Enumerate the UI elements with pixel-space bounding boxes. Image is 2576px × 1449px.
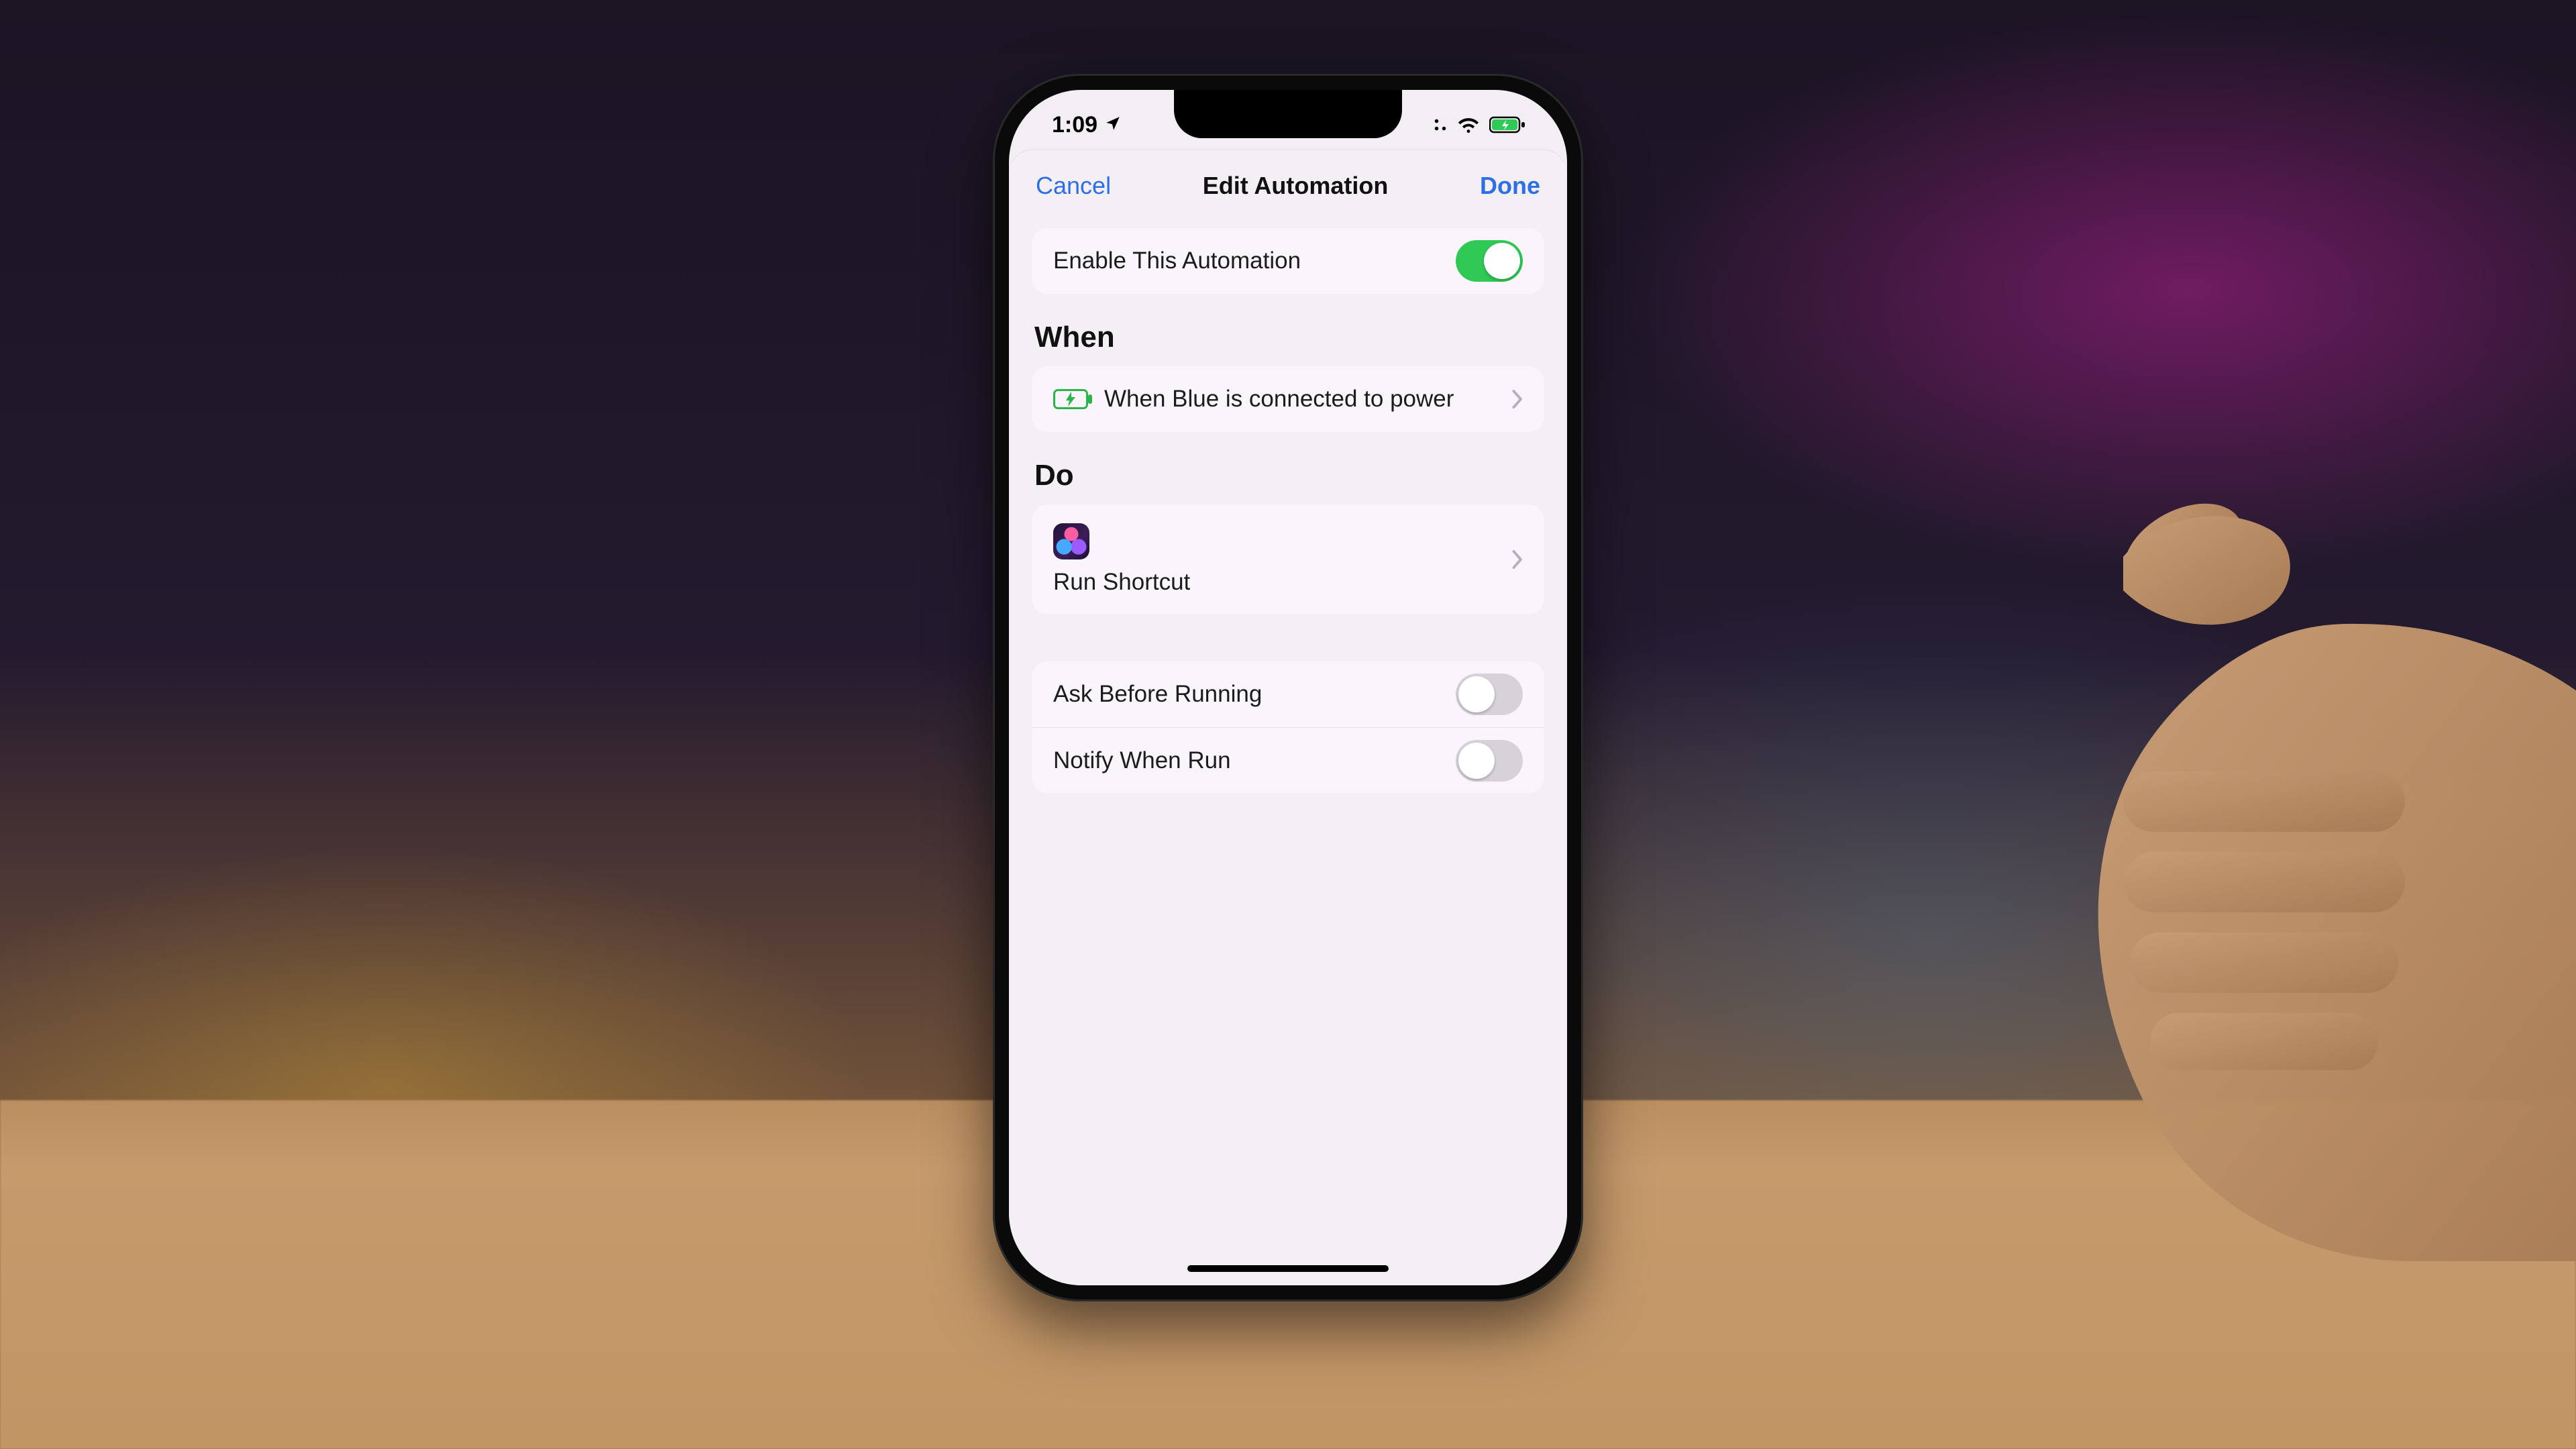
cancel-button[interactable]: Cancel: [1036, 172, 1111, 200]
phone-frame: 1:09: [993, 74, 1583, 1301]
sheet-content: Enable This Automation When: [1009, 221, 1567, 793]
do-action-label: Run Shortcut: [1053, 569, 1495, 596]
options-group: Ask Before Running Notify When Run: [1032, 661, 1544, 793]
when-group: When Blue is connected to power: [1032, 366, 1544, 432]
phone-screen: 1:09: [1009, 90, 1567, 1285]
toggle-knob: [1458, 676, 1495, 712]
when-section-title: When: [1034, 321, 1542, 354]
chevron-right-icon: [1511, 389, 1523, 409]
when-trigger-row[interactable]: When Blue is connected to power: [1032, 366, 1544, 432]
enable-group: Enable This Automation: [1032, 228, 1544, 294]
edit-automation-sheet: Cancel Edit Automation Done Enable This …: [1009, 150, 1567, 1285]
do-group: Run Shortcut: [1032, 504, 1544, 614]
battery-charging-icon: [1053, 389, 1088, 409]
focus-indicator-icon: [1433, 117, 1448, 132]
shortcuts-app-icon: [1053, 523, 1089, 559]
when-trigger-label: When Blue is connected to power: [1104, 386, 1495, 413]
status-left: 1:09: [1052, 112, 1122, 138]
enable-automation-label: Enable This Automation: [1053, 248, 1440, 274]
phone-notch: [1174, 90, 1402, 138]
status-time: 1:09: [1052, 112, 1097, 138]
enable-automation-toggle[interactable]: [1456, 240, 1523, 282]
notify-when-run-row[interactable]: Notify When Run: [1032, 727, 1544, 793]
done-button[interactable]: Done: [1480, 172, 1540, 200]
chevron-right-icon: [1511, 549, 1523, 570]
home-indicator[interactable]: [1187, 1265, 1389, 1272]
status-right: [1433, 116, 1527, 133]
battery-status-icon: [1489, 116, 1527, 133]
enable-automation-row[interactable]: Enable This Automation: [1032, 228, 1544, 294]
scene-background: 1:09: [0, 0, 2576, 1449]
ask-before-running-toggle[interactable]: [1456, 674, 1523, 715]
toggle-knob: [1484, 243, 1520, 279]
do-section-title: Do: [1034, 459, 1542, 492]
do-action-row[interactable]: Run Shortcut: [1032, 504, 1544, 614]
toggle-knob: [1458, 743, 1495, 779]
ask-before-running-label: Ask Before Running: [1053, 681, 1440, 708]
notify-when-run-label: Notify When Run: [1053, 747, 1440, 774]
spacer: [1032, 614, 1544, 661]
notify-when-run-toggle[interactable]: [1456, 740, 1523, 782]
ask-before-running-row[interactable]: Ask Before Running: [1032, 661, 1544, 727]
location-services-icon: [1104, 112, 1122, 138]
page-title: Edit Automation: [1203, 172, 1389, 200]
wifi-icon: [1457, 116, 1480, 133]
